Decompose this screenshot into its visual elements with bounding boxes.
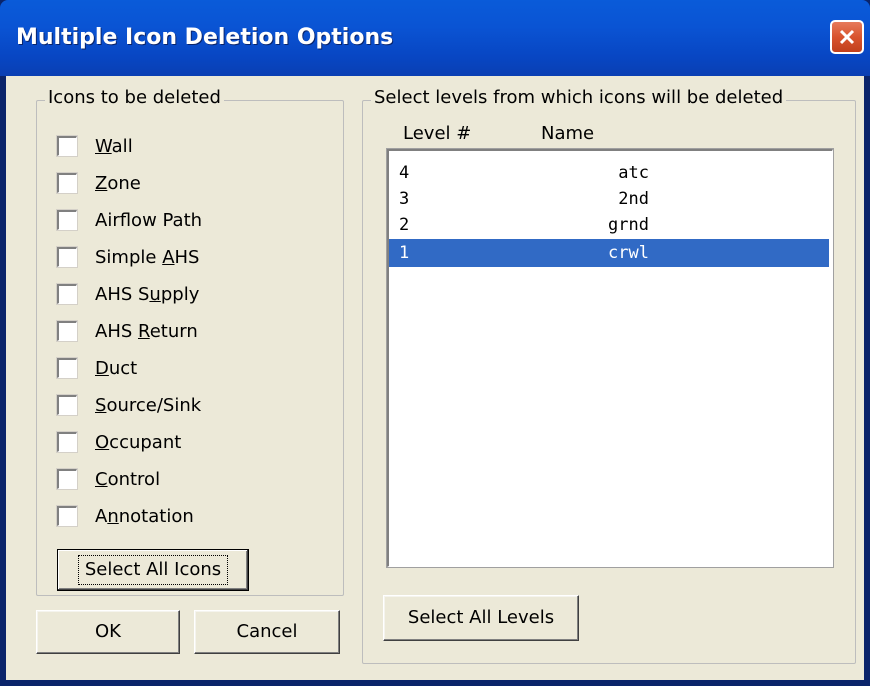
checkbox-label: Occupant: [95, 432, 182, 453]
close-button[interactable]: [830, 20, 864, 54]
checkbox-box[interactable]: [56, 283, 78, 305]
list-item[interactable]: 3 2nd: [389, 187, 829, 211]
select-all-icons-button[interactable]: Select All Icons: [57, 549, 249, 591]
list-item[interactable]: 4 atc: [389, 161, 829, 185]
column-header-name: Name: [541, 123, 595, 144]
levels-group-label: Select levels from which icons will be d…: [371, 87, 787, 108]
level-name: crwl: [608, 243, 649, 263]
dialog-window: Multiple Icon Deletion Options Icons to …: [0, 0, 870, 686]
checkbox-box[interactable]: [56, 209, 78, 231]
select-all-levels-button[interactable]: Select All Levels: [383, 595, 579, 641]
list-item[interactable]: 2 grnd: [389, 213, 829, 237]
level-name: grnd: [608, 215, 649, 235]
checkbox-box[interactable]: [56, 394, 78, 416]
cancel-button[interactable]: Cancel: [194, 610, 340, 654]
list-item-selected[interactable]: 1 crwl: [389, 239, 829, 267]
checkbox-label: Control: [95, 469, 161, 490]
checkbox-label: Simple AHS: [95, 247, 200, 268]
window-title: Multiple Icon Deletion Options: [16, 25, 394, 50]
icons-group: Icons to be deleted Wall Zone Airflow Pa…: [36, 87, 344, 596]
checkbox-label: Wall: [95, 136, 133, 157]
checkbox-box[interactable]: [56, 320, 78, 342]
checkbox-box[interactable]: [56, 357, 78, 379]
checkbox-box[interactable]: [56, 135, 78, 157]
title-bar[interactable]: Multiple Icon Deletion Options: [0, 0, 870, 76]
level-number: 1: [399, 243, 410, 263]
checkbox-label: Source/Sink: [95, 395, 202, 416]
level-number: 2: [399, 215, 410, 235]
levels-listbox[interactable]: 4 atc 3 2nd 2 grnd 1 crwl: [386, 148, 834, 568]
checkbox-box[interactable]: [56, 468, 78, 490]
ok-button[interactable]: OK: [36, 610, 180, 654]
checkbox-label: Duct: [95, 358, 138, 379]
close-icon: [839, 29, 855, 45]
ok-label: OK: [95, 621, 121, 642]
checkbox-label: Zone: [95, 173, 141, 194]
checkbox-box[interactable]: [56, 172, 78, 194]
dialog-body: Icons to be deleted Wall Zone Airflow Pa…: [6, 76, 864, 680]
checkbox-box[interactable]: [56, 246, 78, 268]
level-name: 2nd: [618, 189, 649, 209]
checkbox-label: Airflow Path: [95, 210, 203, 231]
level-number: 3: [399, 189, 410, 209]
levels-group: Select levels from which icons will be d…: [362, 87, 856, 664]
column-header-level: Level #: [403, 123, 472, 144]
checkbox-box[interactable]: [56, 505, 78, 527]
checkbox-label: AHS Return: [95, 321, 198, 342]
select-all-icons-label: Select All Icons: [77, 555, 229, 585]
select-all-levels-label: Select All Levels: [407, 607, 555, 628]
checkbox-label: Annotation: [95, 506, 194, 527]
checkbox-label: AHS Supply: [95, 284, 200, 305]
icons-group-label: Icons to be deleted: [45, 87, 224, 108]
level-name: atc: [618, 163, 649, 183]
checkbox-box[interactable]: [56, 431, 78, 453]
level-number: 4: [399, 163, 410, 183]
cancel-label: Cancel: [236, 621, 298, 642]
